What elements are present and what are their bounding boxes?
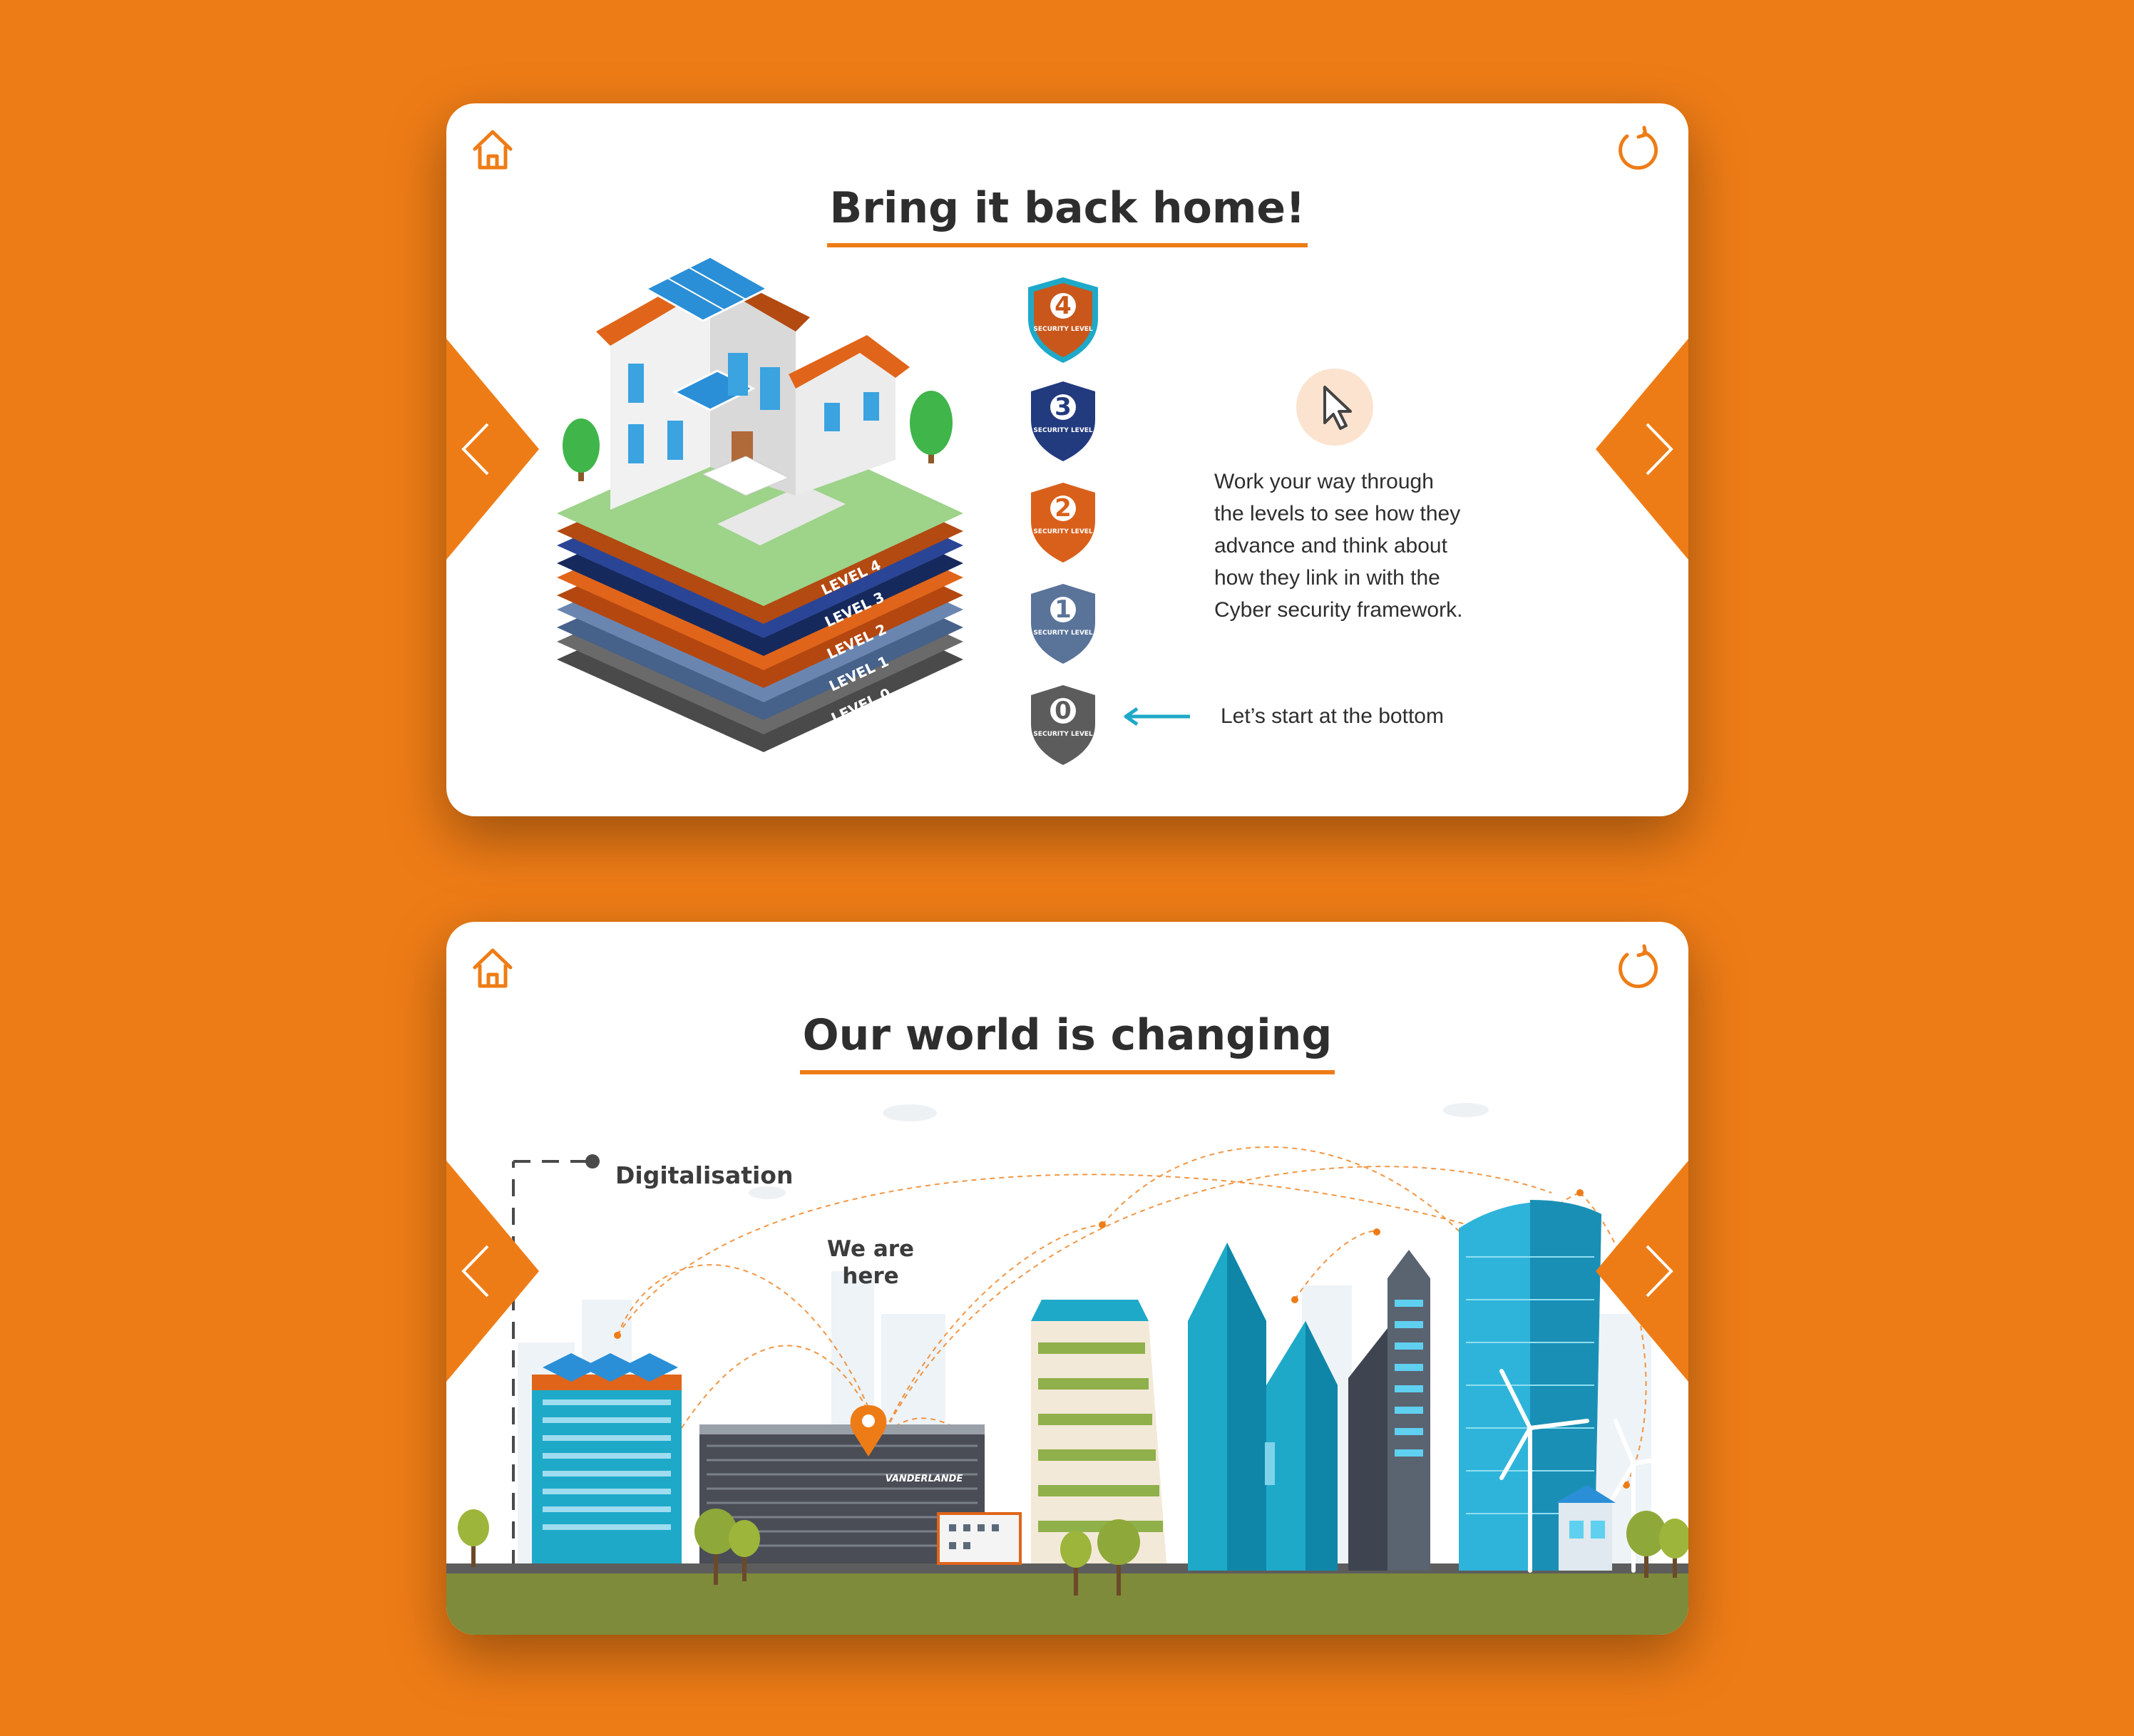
security-level-2-shield[interactable]: 2 SECURITY LEVEL bbox=[1024, 477, 1102, 568]
shield-label: SECURITY LEVEL bbox=[1033, 528, 1093, 535]
instruction-text: Work your way through the levels to see … bbox=[1214, 466, 1514, 626]
chevron-left-icon bbox=[446, 339, 539, 560]
instruction-line: advance and think about bbox=[1214, 534, 1447, 558]
shield-icon bbox=[1031, 381, 1095, 461]
solar-house bbox=[1555, 1485, 1616, 1571]
next-button[interactable] bbox=[1596, 339, 1688, 560]
house-illustration: LEVEL 4 LEVEL 3 LEVEL 2 LEVEL 1 LEVEL 0 bbox=[557, 255, 963, 752]
ground bbox=[446, 1571, 1688, 1635]
start-hint: Let’s start at the bottom bbox=[1221, 704, 1444, 728]
solar-office-building bbox=[532, 1353, 682, 1563]
previous-button[interactable] bbox=[446, 339, 539, 560]
digitalisation-label: Digitalisation bbox=[615, 1161, 794, 1189]
refresh-icon bbox=[1619, 944, 1658, 989]
arrow-left-icon bbox=[1124, 707, 1190, 726]
security-level-0-shield[interactable]: 0 SECURITY LEVEL bbox=[1024, 679, 1102, 771]
building-brand: VANDERLANDE bbox=[886, 1474, 963, 1484]
next-button[interactable] bbox=[1596, 1161, 1688, 1382]
shield-number: 4 bbox=[1055, 292, 1072, 320]
tree-left bbox=[563, 418, 600, 481]
cloud bbox=[883, 1104, 937, 1121]
green-tower bbox=[1031, 1300, 1166, 1563]
refresh-button[interactable] bbox=[1613, 125, 1663, 175]
home-button[interactable] bbox=[468, 943, 518, 993]
previous-button[interactable] bbox=[446, 1161, 539, 1382]
home-icon bbox=[473, 130, 513, 170]
instruction-line: Cyber security framework. bbox=[1214, 598, 1463, 622]
shield-icon bbox=[1031, 685, 1095, 765]
instruction-line: the levels to see how they bbox=[1214, 502, 1461, 525]
page-title: Bring it back home! bbox=[446, 183, 1688, 247]
marker-label-line: We are bbox=[826, 1236, 915, 1262]
refresh-icon bbox=[1619, 125, 1658, 170]
shield-icon bbox=[1031, 483, 1095, 563]
shield-label: SECURITY LEVEL bbox=[1033, 326, 1093, 333]
shield-icon bbox=[1031, 584, 1095, 664]
refresh-button[interactable] bbox=[1613, 943, 1663, 993]
shield-label: SECURITY LEVEL bbox=[1033, 427, 1093, 434]
instruction-line: how they link in with the bbox=[1214, 566, 1440, 590]
slide-bring-it-back-home: Bring it back home! LEVEL 4 LEVEL 3 LEVE… bbox=[446, 103, 1688, 816]
shield-number: 3 bbox=[1055, 393, 1072, 421]
marker-label-line: here bbox=[842, 1263, 899, 1289]
slide-our-world-is-changing: Our world is changing VANDERLANDE Digita… bbox=[446, 922, 1688, 1635]
security-level-4-shield[interactable]: 4 SECURITY LEVEL bbox=[1024, 274, 1102, 366]
home-icon bbox=[473, 948, 513, 988]
cloud bbox=[1443, 1103, 1489, 1117]
chevron-right-icon bbox=[1596, 339, 1688, 560]
home-button[interactable] bbox=[468, 125, 518, 175]
shield-number: 1 bbox=[1055, 595, 1072, 624]
shield-label: SECURITY LEVEL bbox=[1033, 731, 1093, 738]
instruction-line: Work your way through bbox=[1214, 470, 1434, 493]
shield-icon bbox=[1028, 277, 1098, 363]
we-are-here-label: We are here bbox=[810, 1236, 931, 1290]
chevron-left-icon bbox=[446, 1161, 539, 1382]
page-title: Our world is changing bbox=[446, 1010, 1688, 1074]
cursor-icon bbox=[1296, 369, 1373, 446]
shield-number: 0 bbox=[1055, 697, 1072, 725]
security-level-3-shield[interactable]: 3 SECURITY LEVEL bbox=[1024, 376, 1102, 467]
chevron-right-icon bbox=[1596, 1161, 1688, 1382]
shield-label: SECURITY LEVEL bbox=[1033, 630, 1093, 637]
shield-number: 2 bbox=[1055, 494, 1072, 523]
dark-skyscraper bbox=[1348, 1250, 1430, 1571]
security-level-1-shield[interactable]: 1 SECURITY LEVEL bbox=[1024, 578, 1102, 669]
tree-right bbox=[910, 391, 953, 463]
